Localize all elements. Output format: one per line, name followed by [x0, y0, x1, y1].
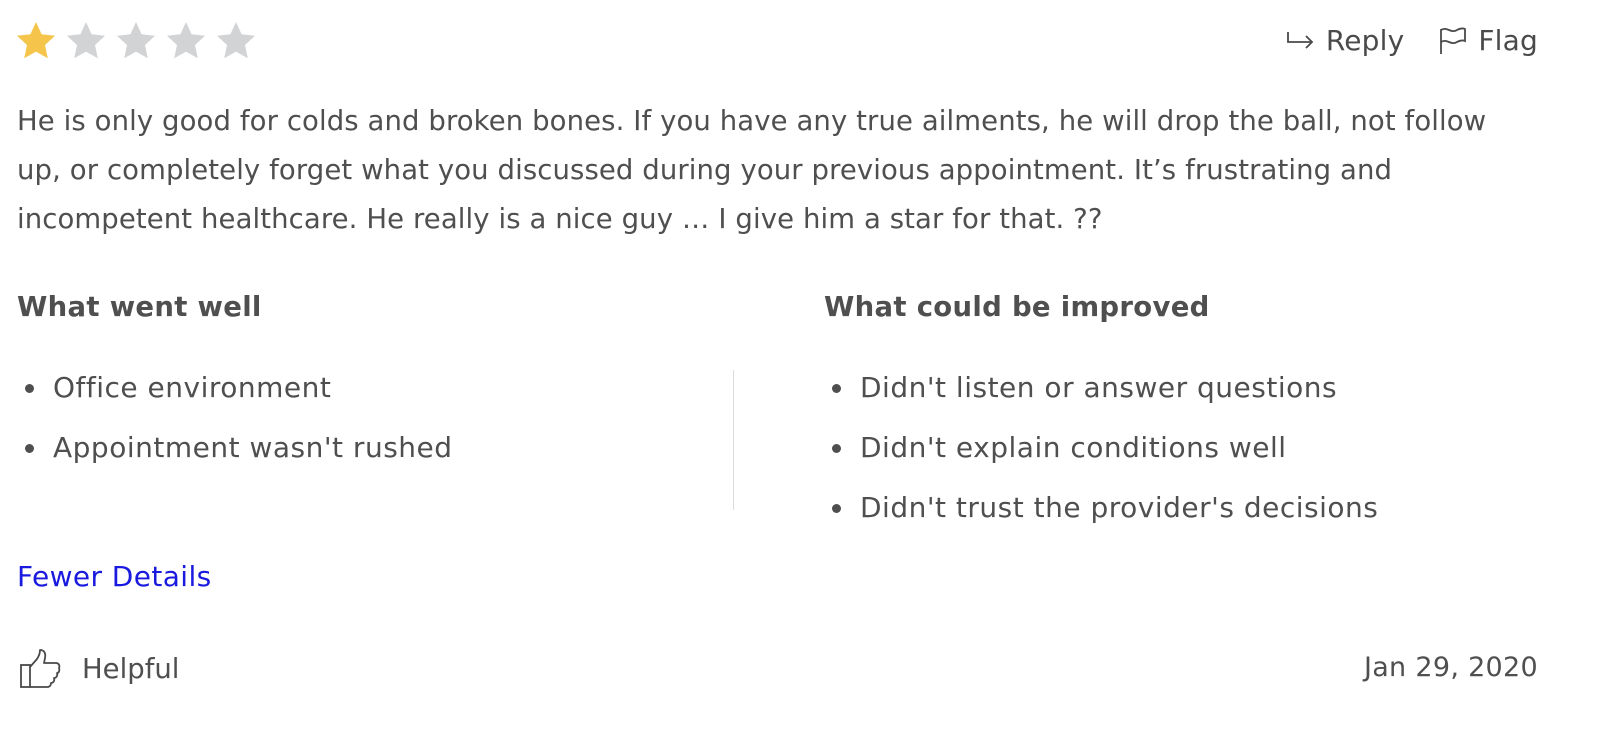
star-rating	[14, 19, 258, 63]
bullet-dot	[832, 444, 841, 453]
went-well-item-text: Office environment	[53, 371, 332, 404]
improve-item-text: Didn't trust the provider's decisions	[860, 491, 1379, 524]
flag-label: Flag	[1478, 24, 1538, 57]
improve-list: Didn't listen or answer questions Didn't…	[824, 358, 1544, 538]
star-icon-empty	[67, 22, 105, 59]
star-icon-empty	[117, 22, 155, 59]
went-well-item: Appointment wasn't rushed	[17, 418, 697, 478]
bullet-dot	[832, 384, 841, 393]
went-well-list: Office environment Appointment wasn't ru…	[17, 358, 697, 478]
improve-title: What could be improved	[824, 291, 1210, 323]
review-card: Reply Flag He is only good for colds and…	[0, 0, 1600, 736]
went-well-title: What went well	[17, 291, 262, 323]
improve-item-text: Didn't listen or answer questions	[860, 371, 1338, 404]
reply-button[interactable]: Reply	[1286, 24, 1405, 57]
flag-button[interactable]: Flag	[1438, 24, 1538, 57]
star-icon-empty	[217, 22, 255, 59]
went-well-item-text: Appointment wasn't rushed	[53, 431, 453, 464]
review-date: Jan 29, 2020	[1363, 652, 1538, 683]
bullet-dot	[832, 504, 841, 513]
fewer-details-link[interactable]: Fewer Details	[17, 560, 212, 593]
improve-item-text: Didn't explain conditions well	[860, 431, 1287, 464]
star-icon-filled	[17, 22, 55, 59]
column-divider	[733, 370, 734, 510]
thumbs-up-icon	[18, 648, 62, 690]
reply-label: Reply	[1325, 24, 1405, 57]
improve-item: Didn't listen or answer questions	[824, 358, 1544, 418]
helpful-label: Helpful	[82, 653, 180, 685]
improve-section: What could be improved Didn't listen or …	[824, 286, 1544, 538]
star-icon-empty	[167, 22, 205, 59]
review-body: He is only good for colds and broken bon…	[17, 105, 1487, 235]
flag-icon	[1438, 26, 1468, 56]
improve-item: Didn't trust the provider's decisions	[824, 478, 1544, 538]
went-well-item: Office environment	[17, 358, 697, 418]
bullet-dot	[25, 384, 34, 393]
improve-item: Didn't explain conditions well	[824, 418, 1544, 478]
went-well-section: What went well Office environment Appoin…	[17, 286, 697, 478]
review-actions: Reply Flag	[1286, 24, 1538, 57]
bullet-dot	[25, 444, 34, 453]
reply-arrow-icon	[1286, 30, 1316, 52]
helpful-button[interactable]: Helpful	[18, 648, 179, 690]
